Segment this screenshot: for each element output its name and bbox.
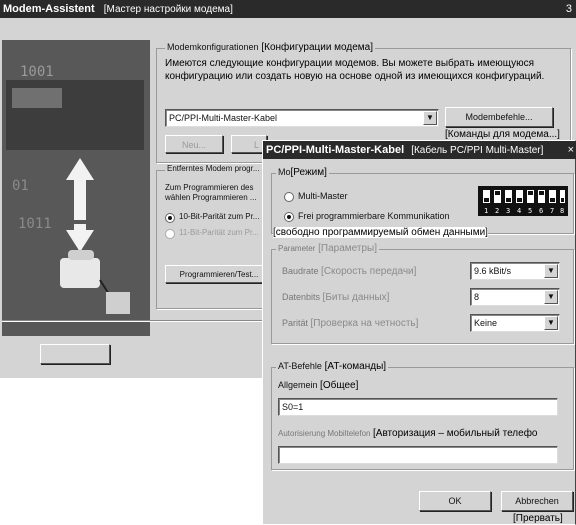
- databits-value: 8: [474, 292, 480, 302]
- dip-num: 3: [506, 207, 510, 215]
- parity-label: Parität [Проверка на четность]: [282, 318, 418, 329]
- remote-line2: wählen Programmieren ...: [165, 193, 257, 202]
- cable-dialog: PC/PPI-Multi-Master-Kabel [Кабель PC/PPI…: [262, 140, 576, 525]
- parity-select[interactable]: Keine ▼: [470, 314, 560, 332]
- dip-num: 7: [550, 207, 554, 215]
- parameter-legend-text: Parameter: [278, 244, 316, 253]
- mode-group: Mo[Режим] Multi-Master Frei programmierb…: [271, 167, 575, 235]
- dip-num: 8: [560, 207, 564, 215]
- parity11-radio[interactable]: [165, 229, 175, 239]
- svg-text:1011: 1011: [18, 216, 52, 232]
- parity-value: Keine: [474, 318, 498, 328]
- chevron-down-icon[interactable]: ▼: [544, 290, 558, 304]
- multimaster-label: Multi-Master: [298, 191, 348, 201]
- dip-num: 1: [484, 207, 488, 215]
- group1-description: Имеются следующие конфигурации модемов. …: [165, 58, 545, 82]
- main-bottom-button[interactable]: [40, 344, 110, 364]
- group1-legend-text: Modemkonfigurationen: [167, 42, 259, 52]
- auth-label-text: Autorisierung Mobiltelefon: [278, 429, 371, 438]
- auth-input[interactable]: [278, 446, 558, 464]
- at-commands-legend: AT-Befehle [AT-команды]: [276, 361, 389, 372]
- mode-legend-annotation: [Режим]: [290, 167, 327, 178]
- configuration-select[interactable]: PC/PPI-Multi-Master-Kabel ▼: [165, 109, 439, 127]
- main-titlebar[interactable]: Modem-Assistent [Мастер настройки модема…: [0, 0, 576, 18]
- databits-label-text: Datenbits: [282, 292, 321, 302]
- mode-legend: Mo[Режим]: [276, 167, 329, 178]
- parameter-group: Parameter [Параметры] Baudrate [Скорость…: [271, 243, 575, 345]
- general-label-text: Allgemein: [278, 380, 318, 390]
- remote-modem-group: Entferntes Modem progr... Zum Programmie…: [156, 164, 273, 310]
- dip-num: 2: [495, 207, 499, 215]
- mode-legend-text: Mo: [278, 167, 291, 177]
- auth-annotation: [Авторизация – мобильный телефо: [373, 428, 538, 439]
- baudrate-label-text: Baudrate: [282, 266, 319, 276]
- parity-annotation: [Проверка на четность]: [310, 318, 419, 329]
- main-title: Modem-Assistent: [3, 3, 95, 15]
- remote-line1: Zum Programmieren des: [165, 183, 254, 192]
- multimaster-radio[interactable]: [284, 192, 294, 202]
- databits-label: Datenbits [Биты данных]: [282, 292, 389, 303]
- baudrate-annotation: [Скорость передачи]: [321, 266, 417, 277]
- general-at-input[interactable]: S0=1: [278, 398, 558, 416]
- auth-label: Autorisierung Mobiltelefon [Авторизация …: [278, 428, 537, 439]
- dip-num: 5: [528, 207, 532, 215]
- databits-annotation: [Биты данных]: [322, 292, 390, 303]
- freeport-radio[interactable]: [284, 212, 294, 222]
- parity-label-text: Parität: [282, 318, 309, 328]
- group1-legend-annotation: [Конфигурации модема]: [261, 42, 374, 53]
- freeport-label: Frei programmierbare Kommunikation: [298, 211, 450, 221]
- chevron-down-icon[interactable]: ▼: [544, 316, 558, 330]
- modem-configurations-legend: Modemkonfigurationen [Конфигурации модем…: [165, 42, 376, 53]
- dialog-title-annotation: [Кабель PC/PPI Multi-Master]: [407, 145, 544, 156]
- plc-modem-image: 1001 01 1011: [6, 64, 144, 314]
- remote-modem-legend: Entferntes Modem progr...: [165, 164, 262, 173]
- parameter-legend-annotation: [Параметры]: [318, 243, 378, 254]
- dialog-titlebar[interactable]: PC/PPI-Multi-Master-Kabel [Кабель PC/PPI…: [263, 141, 576, 159]
- new-button[interactable]: Neu...: [165, 135, 223, 153]
- at-legend-annotation: [AT-команды]: [324, 361, 387, 372]
- commands-annotation: [Команды для модема...]: [445, 129, 560, 140]
- main-title-annotation: [Мастер настройки модема]: [97, 4, 233, 15]
- parity10-label: 10-Bit-Parität zum Pr...: [179, 212, 260, 221]
- modem-illustration: 1001 01 1011: [2, 40, 150, 336]
- chevron-down-icon[interactable]: ▼: [544, 264, 558, 278]
- at-commands-group: AT-Befehle [AT-команды] Allgemein [Общее…: [271, 361, 575, 471]
- baudrate-value: 9.6 kBit/s: [474, 266, 512, 276]
- databits-select[interactable]: 8 ▼: [470, 288, 560, 306]
- dialog-title: PC/PPI-Multi-Master-Kabel: [266, 144, 405, 156]
- parameter-legend: Parameter [Параметры]: [276, 243, 380, 254]
- modem-commands-button[interactable]: Modembefehle...: [445, 107, 553, 127]
- program-test-button[interactable]: Programmieren/Test...: [165, 265, 273, 283]
- svg-text:01: 01: [12, 178, 29, 194]
- svg-text:1001: 1001: [20, 64, 54, 80]
- dip-switch-icon: 1 2 3 4 5 6 7 8: [478, 186, 568, 216]
- general-annotation: [Общее]: [320, 380, 359, 391]
- dip-num: 6: [539, 207, 543, 215]
- cancel-button[interactable]: Abbrechen: [501, 491, 573, 511]
- dialog-close-icon[interactable]: ×: [568, 141, 574, 159]
- freeport-annotation: [свободно программируемый обмен данными]: [273, 227, 488, 238]
- baudrate-select[interactable]: 9.6 kBit/s ▼: [470, 262, 560, 280]
- configuration-select-value: PC/PPI-Multi-Master-Kabel: [169, 113, 278, 123]
- dip-num: 4: [517, 207, 521, 215]
- ok-button[interactable]: OK: [419, 491, 491, 511]
- general-label: Allgemein [Общее]: [278, 380, 358, 391]
- cancel-annotation: [Прервать]: [513, 513, 563, 524]
- at-legend-text: AT-Befehle: [278, 361, 322, 371]
- baudrate-label: Baudrate [Скорость передачи]: [282, 266, 416, 277]
- main-close-icon[interactable]: 3: [566, 0, 572, 18]
- chevron-down-icon[interactable]: ▼: [423, 111, 437, 125]
- main-separator: [2, 320, 268, 322]
- parity10-radio[interactable]: [165, 213, 175, 223]
- parity11-label: 11-Bit-Parität zum Pr...: [179, 228, 259, 237]
